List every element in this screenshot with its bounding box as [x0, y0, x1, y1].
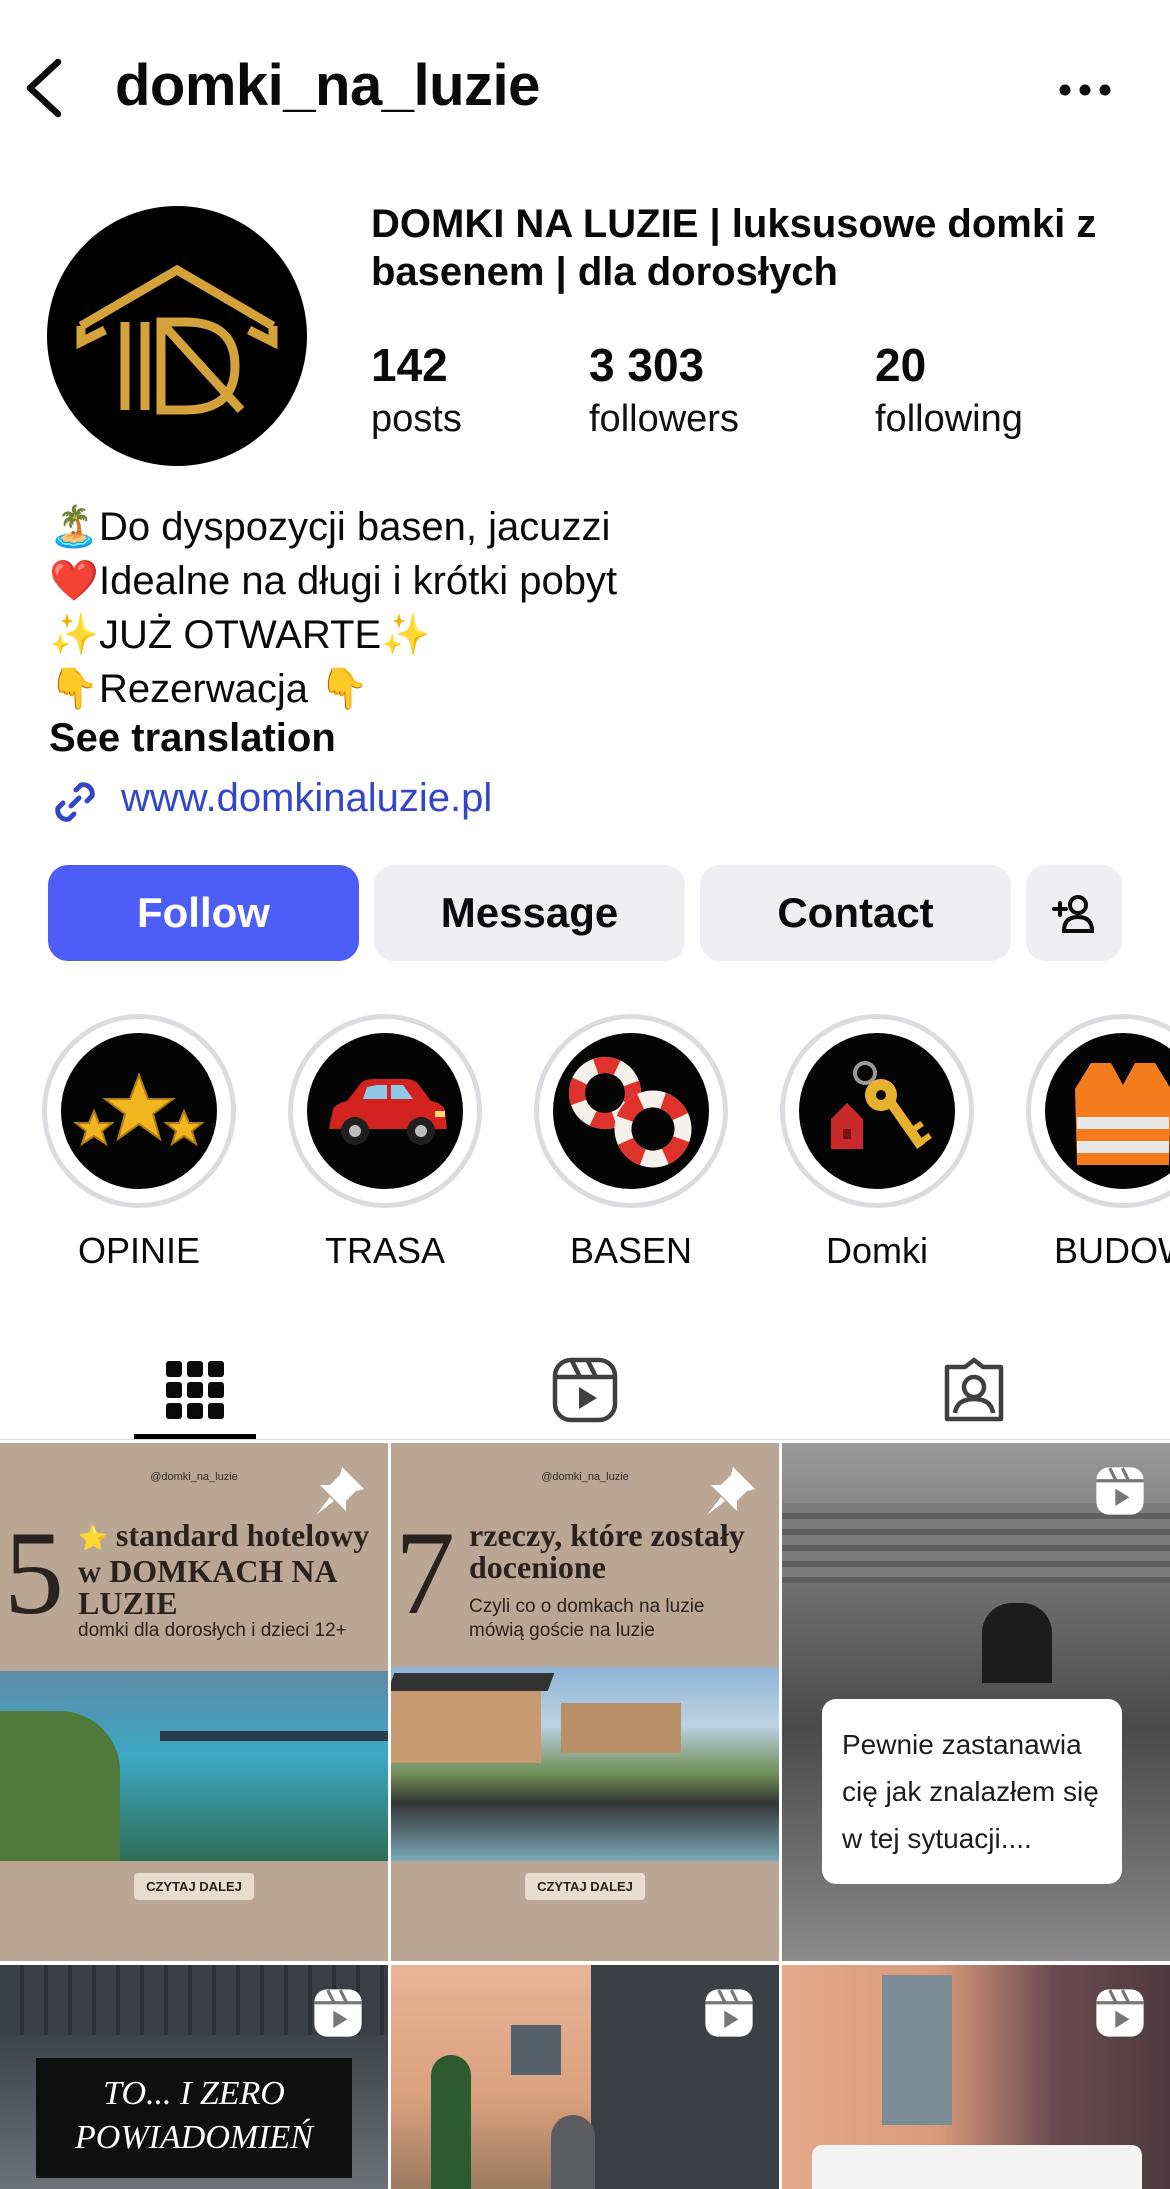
- post-number: 5: [4, 1506, 64, 1639]
- post-number: 7: [395, 1506, 455, 1639]
- car-icon: [329, 1079, 447, 1145]
- stat-number: 3 303: [589, 339, 705, 391]
- post-caption: Pewnie zastanawia cię jak znalazłem się …: [822, 1699, 1122, 1884]
- star-emoji: ⭐: [78, 1526, 108, 1552]
- pool-photo: [0, 1671, 388, 1861]
- suggested-users-button[interactable]: [1026, 865, 1122, 961]
- post-subline: Czyli co o domkach na luzie mówią goście…: [469, 1596, 705, 1641]
- post-subline: domki dla dorosłych i dzieci 12+: [78, 1620, 347, 1641]
- highlight-label: OPINIE: [77, 1230, 201, 1271]
- stars-icon: [73, 1072, 205, 1147]
- post-tile[interactable]: Pewnie zastanawia cię jak znalazłem się …: [782, 1443, 1170, 1961]
- bio-text: Rezerwacja: [99, 667, 320, 711]
- ellipsis-icon: [1059, 84, 1111, 96]
- follow-button[interactable]: Follow: [48, 865, 359, 961]
- island-emoji: 🏝️: [49, 505, 99, 549]
- more-options-button[interactable]: [1055, 72, 1115, 108]
- highlight-basen[interactable]: BASEN: [534, 1014, 728, 1272]
- back-button[interactable]: [18, 52, 78, 124]
- sparkles-emoji: ✨: [381, 613, 432, 657]
- following-count-stat[interactable]: 20 following: [875, 336, 1023, 444]
- highlight-cover: [61, 1033, 217, 1189]
- read-more-label: CZYTAJ DALEJ: [525, 1873, 645, 1900]
- stat-label: following: [875, 398, 1023, 440]
- stat-number: 20: [875, 339, 927, 391]
- pin-icon: [316, 1467, 364, 1515]
- followers-count-stat[interactable]: 3 303 followers: [589, 336, 739, 444]
- reels-icon: [552, 1357, 618, 1423]
- tab-divider: [0, 1439, 1170, 1440]
- pointing-down-emoji: 👇: [319, 667, 369, 711]
- grid-icon: [166, 1361, 224, 1419]
- highlight-ring: [288, 1014, 482, 1208]
- jacuzzi-photo: [391, 1667, 779, 1861]
- profile-full-name: DOMKI NA LUZIE | luksusowe domki z basen…: [371, 202, 1097, 294]
- post-headline: ⭐ standard hotelowy w DOMKACH NA LUZIE: [78, 1517, 370, 1621]
- post-tile[interactable]: @domki_na_luzie 5 ⭐ standard hotelowy w …: [0, 1443, 388, 1961]
- bio-text: Do dyspozycji basen, jacuzzi: [99, 505, 611, 549]
- highlight-opinie[interactable]: OPINIE: [42, 1014, 236, 1272]
- stat-number: 142: [371, 339, 448, 391]
- highlight-cover: [553, 1033, 709, 1189]
- tab-tagged[interactable]: [914, 1340, 1034, 1440]
- highlight-label: TRASA: [324, 1230, 446, 1271]
- profile-bio: 🏝️Do dyspozycji basen, jacuzzi ❤️Idealne…: [49, 500, 1129, 716]
- highlight-ring: [780, 1014, 974, 1208]
- house-logo-icon: [76, 264, 278, 415]
- tab-posts-grid[interactable]: [134, 1340, 256, 1440]
- read-more-label: CZYTAJ DALEJ: [134, 1873, 254, 1900]
- stat-label: followers: [589, 398, 739, 440]
- post-tile[interactable]: [391, 1965, 779, 2189]
- website-url: www.domkinaluzie.pl: [121, 776, 493, 820]
- pin-icon: [707, 1467, 755, 1515]
- heart-emoji: ❤️: [49, 559, 99, 603]
- contact-button[interactable]: Contact: [700, 865, 1011, 961]
- bio-line: 🏝️Do dyspozycji basen, jacuzzi: [49, 500, 1129, 554]
- reels-icon: [705, 1989, 753, 2037]
- sparkles-emoji: ✨: [49, 613, 99, 657]
- posts-count-stat[interactable]: 142 posts: [371, 336, 462, 444]
- top-bar: domki_na_luzie: [0, 0, 1170, 180]
- highlight-budowa[interactable]: BUDOW: [1026, 1014, 1170, 1272]
- bio-line: 👇Rezerwacja 👇: [49, 662, 1129, 716]
- add-user-icon: [1052, 895, 1095, 933]
- link-icon: [55, 782, 95, 822]
- bio-line: ❤️Idealne na długi i krótki pobyt: [49, 554, 1129, 608]
- reels-icon: [1096, 1989, 1144, 2037]
- highlight-ring: [534, 1014, 728, 1208]
- highlight-cover: [1045, 1033, 1170, 1189]
- highlight-cover: [307, 1033, 463, 1189]
- profile-username: domki_na_luzie: [115, 53, 540, 118]
- post-caption: TO... I ZERO POWIADOMIEŃ: [36, 2058, 352, 2178]
- message-button[interactable]: Message: [374, 865, 685, 961]
- highlight-trasa[interactable]: TRASA: [288, 1014, 482, 1272]
- highlight-ring: [42, 1014, 236, 1208]
- pointing-down-emoji: 👇: [49, 667, 99, 711]
- post-tile[interactable]: TO... I ZERO POWIADOMIEŃ: [0, 1965, 388, 2189]
- bio-text: JUŻ OTWARTE: [99, 613, 382, 657]
- highlight-ring: [1026, 1014, 1170, 1208]
- house-keys-icon: [831, 1061, 932, 1149]
- chevron-left-icon: [26, 58, 62, 118]
- highlight-domki[interactable]: Domki: [780, 1014, 974, 1272]
- tab-reels[interactable]: [525, 1340, 645, 1440]
- see-translation-link[interactable]: See translation: [49, 716, 336, 761]
- reels-icon: [314, 1989, 362, 2037]
- highlight-label: Domki: [825, 1230, 928, 1271]
- stat-label: posts: [371, 398, 462, 440]
- bio-text: Idealne na długi i krótki pobyt: [99, 559, 618, 603]
- reels-icon: [1096, 1467, 1144, 1515]
- profile-avatar[interactable]: [47, 206, 307, 466]
- safety-vest-icon: [1075, 1063, 1170, 1165]
- highlight-cover: [799, 1033, 955, 1189]
- highlight-label: BUDOW: [1054, 1230, 1170, 1271]
- post-tile[interactable]: [782, 1965, 1170, 2189]
- bio-line: ✨JUŻ OTWARTE✨: [49, 608, 1129, 662]
- tagged-icon: [944, 1357, 1004, 1422]
- post-headline: rzeczy, które zostały docenione: [469, 1517, 745, 1585]
- lifebuoy-icon: [569, 1057, 692, 1168]
- post-tile[interactable]: @domki_na_luzie 7 rzeczy, które zostały …: [391, 1443, 779, 1961]
- highlight-label: BASEN: [569, 1230, 693, 1271]
